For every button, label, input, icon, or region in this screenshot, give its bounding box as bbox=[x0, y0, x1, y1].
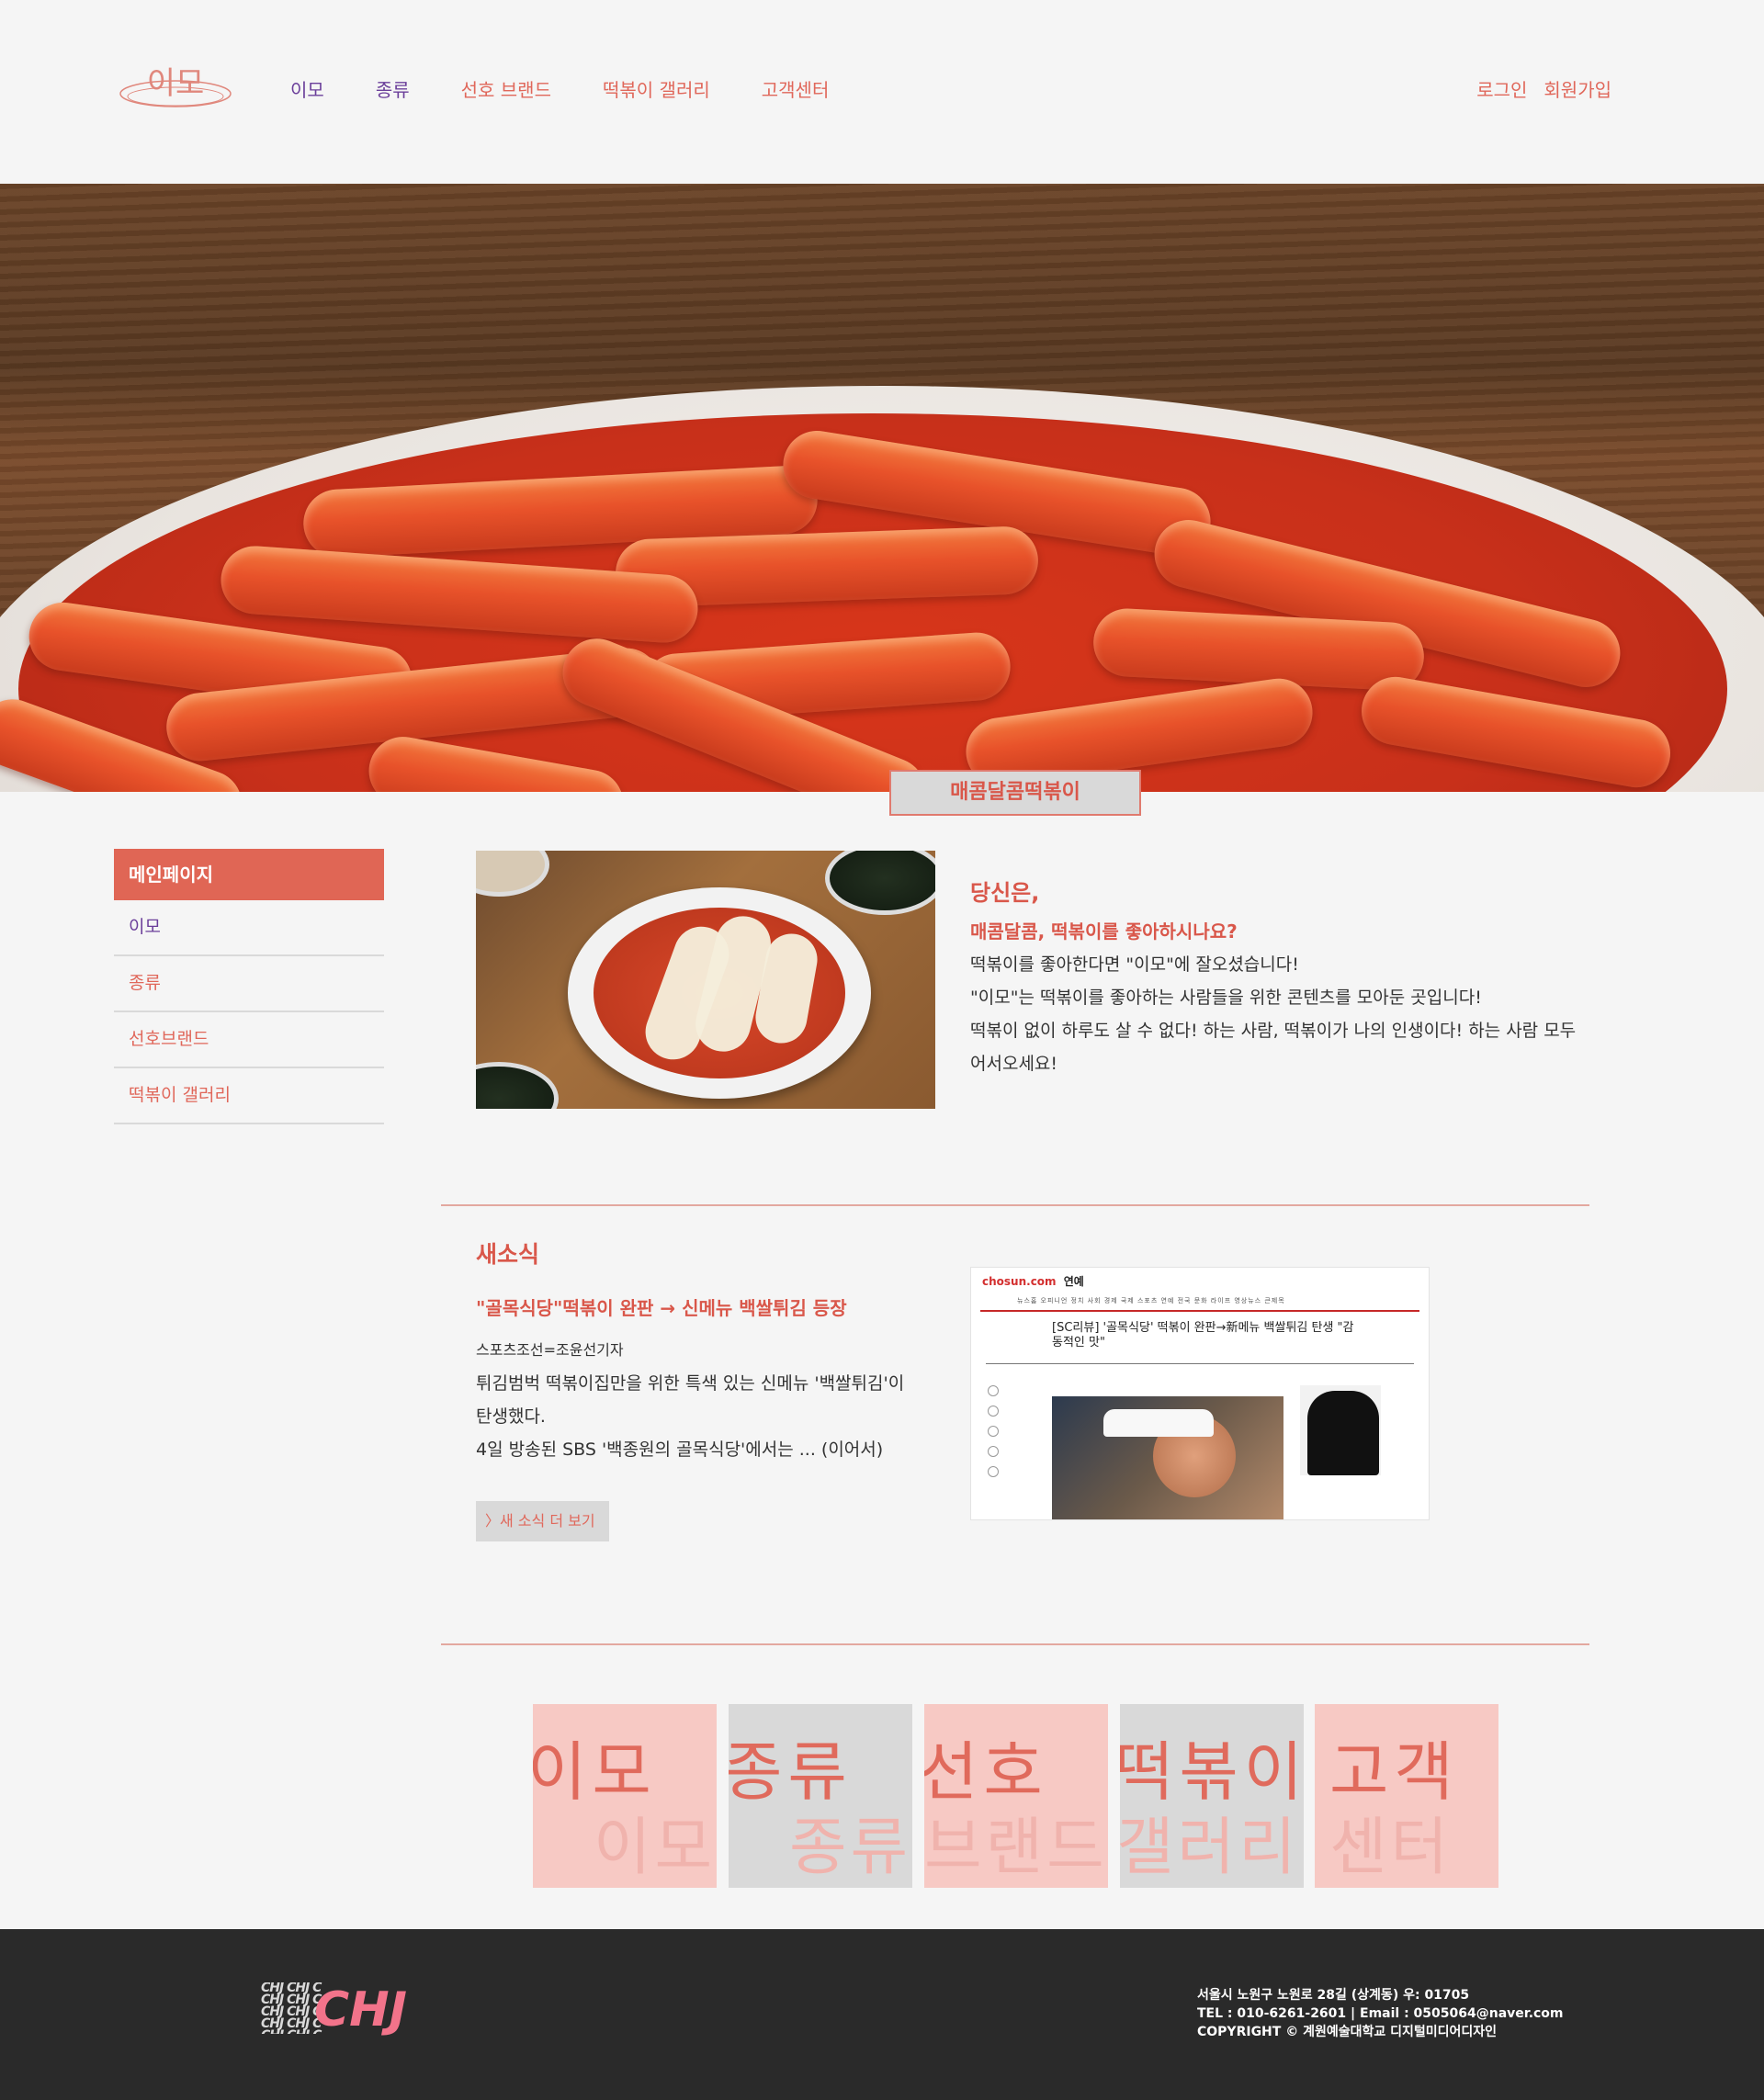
news-headline[interactable]: "골목식당"떡볶이 완판 → 신메뉴 백쌀튀김 등장 bbox=[476, 1293, 847, 1320]
nav-types[interactable]: 종류 bbox=[376, 77, 410, 103]
footer-info: 서울시 노원구 노원로 28길 (상계동) 우: 01705 TEL : 010… bbox=[1197, 1986, 1564, 2041]
site-footer: CHJ CHJ C CHJ CHJ C CHJ CHJ C CHJ CHJ C … bbox=[0, 1929, 1764, 2100]
news-screenshot-brand: chosun.com bbox=[982, 1275, 1057, 1288]
sidebar-item-imo[interactable]: 이모 bbox=[114, 900, 384, 956]
twitter-icon bbox=[988, 1446, 999, 1457]
like-icon bbox=[988, 1406, 999, 1417]
footer-address: 서울시 노원구 노원로 28길 (상계동) 우: 01705 bbox=[1197, 1988, 1470, 2003]
site-logo[interactable]: 이모 bbox=[118, 59, 233, 114]
sidebar-item-types[interactable]: 종류 bbox=[114, 956, 384, 1012]
kakao-icon bbox=[988, 1466, 999, 1477]
tile-subtitle: 종류 bbox=[789, 1812, 912, 1884]
section-divider bbox=[441, 1643, 1589, 1645]
intro-heading: 당신은, bbox=[970, 880, 1040, 906]
news-body: 튀김범벅 떡볶이집만을 위한 특색 있는 신메뉴 '백쌀튀김'이 탄생했다. 4… bbox=[476, 1367, 935, 1466]
logo-text: 이모 bbox=[147, 65, 205, 102]
news-screenshot-photo bbox=[1052, 1396, 1283, 1519]
news-body-line: 튀김범벅 떡볶이집만을 위한 특색 있는 신메뉴 '백쌀튀김'이 bbox=[476, 1373, 905, 1394]
news-screenshot-divider bbox=[986, 1363, 1414, 1364]
tile-subtitle: 센터 bbox=[1329, 1812, 1453, 1884]
hero-caption: 매콤달콤떡볶이 bbox=[889, 770, 1141, 816]
intro-paragraph: 떡볶이 없이 하루도 살 수 없다! 하는 사람, 떡볶이가 나의 인생이다! … bbox=[970, 1021, 1577, 1041]
news-body-line: 탄생했다. bbox=[476, 1406, 546, 1427]
news-screenshot-topbar: chosun.com 연예 bbox=[971, 1268, 1429, 1292]
footer-logo-text: CHJ bbox=[314, 1982, 408, 2038]
tile-brands[interactable]: 선호 브랜드 bbox=[924, 1704, 1108, 1888]
login-link[interactable]: 로그인 bbox=[1476, 77, 1527, 103]
side-dish bbox=[476, 851, 549, 897]
site-header: 이모 이모 종류 선호 브랜드 떡볶이 갤러리 고객센터 로그인 회원가입 bbox=[0, 0, 1764, 184]
facebook-icon bbox=[988, 1426, 999, 1437]
intro-paragraph: 떡볶이를 좋아한다면 "이모"에 잘오셨습니다! bbox=[970, 954, 1299, 975]
tile-subtitle: 브랜드 bbox=[924, 1812, 1108, 1884]
auth-links: 로그인 회원가입 bbox=[1460, 77, 1611, 103]
section-divider bbox=[441, 1204, 1589, 1206]
nav-support[interactable]: 고객센터 bbox=[762, 77, 830, 103]
side-dish bbox=[825, 851, 935, 915]
sidebar-item-brands[interactable]: 선호브랜드 bbox=[114, 1012, 384, 1068]
logo-mark: 이모 bbox=[119, 65, 232, 107]
sidebar: 메인페이지 이모 종류 선호브랜드 떡볶이 갤러리 bbox=[114, 849, 384, 1124]
footer-copyright: COPYRIGHT © 계원예술대학교 디지털미디어디자인 bbox=[1197, 2025, 1498, 2039]
nav-imo[interactable]: 이모 bbox=[290, 77, 324, 103]
news-screenshot-ad bbox=[1300, 1385, 1381, 1475]
intro-text: 당신은, 매콤달콤, 떡볶이를 좋아하시나요? 떡볶이를 좋아한다면 "이모"에… bbox=[970, 873, 1595, 1080]
side-dish bbox=[476, 1062, 559, 1109]
more-news-button[interactable]: 〉새 소식 더 보기 bbox=[476, 1501, 609, 1541]
intro-paragraph: 어서오세요! bbox=[970, 1054, 1058, 1074]
news-photo-cap bbox=[1103, 1409, 1214, 1437]
signup-link[interactable]: 회원가입 bbox=[1544, 77, 1611, 103]
hero-banner bbox=[0, 184, 1764, 792]
ad-coat bbox=[1307, 1391, 1379, 1475]
tile-types[interactable]: 종류 종류 bbox=[729, 1704, 912, 1888]
news-screenshot-title: [SC리뷰] '골목식당' 떡볶이 완판→新메뉴 백쌀튀김 탄생 "감동적인 맛… bbox=[1052, 1321, 1354, 1349]
sidebar-item-gallery[interactable]: 떡볶이 갤러리 bbox=[114, 1068, 384, 1124]
tile-gallery[interactable]: 떡볶이 갤러리 bbox=[1120, 1704, 1304, 1888]
news-byline: 스포츠조선=조윤선기자 bbox=[476, 1341, 624, 1359]
tile-subtitle: 갤러리 bbox=[1120, 1812, 1300, 1884]
news-body-line: 4일 방송된 SBS '백종원의 골목식당'에서는 ... (이어서) bbox=[476, 1440, 884, 1460]
intro-subheading: 매콤달콤, 떡볶이를 좋아하시나요? bbox=[970, 920, 1238, 943]
tile-subtitle: 이모 bbox=[594, 1812, 717, 1884]
tile-imo[interactable]: 이모 이모 bbox=[533, 1704, 717, 1888]
news-screenshot-menu: 뉴스홈 오피니언 정치 사회 경제 국제 스포츠 연예 전국 문화 라이프 영상… bbox=[1017, 1297, 1285, 1304]
intro-tteokbokki-photo bbox=[476, 851, 935, 1109]
footer-logo[interactable]: CHJ CHJ C CHJ CHJ C CHJ CHJ C CHJ CHJ C … bbox=[261, 1982, 445, 2038]
news-screenshot-section: 연예 bbox=[1063, 1275, 1084, 1288]
footer-contact: TEL : 010-6261-2601 | Email : 0505064@na… bbox=[1197, 2006, 1564, 2021]
intro-paragraph: "이모"는 떡볶이를 좋아하는 사람들을 위한 콘텐츠를 모아둔 곳입니다! bbox=[970, 988, 1482, 1008]
sidebar-title[interactable]: 메인페이지 bbox=[114, 849, 384, 900]
main-nav: 이모 종류 선호 브랜드 떡볶이 갤러리 고객센터 bbox=[290, 77, 880, 103]
nav-gallery[interactable]: 떡볶이 갤러리 bbox=[603, 77, 710, 103]
nav-brands[interactable]: 선호 브랜드 bbox=[461, 77, 551, 103]
news-section-title: 새소식 bbox=[476, 1241, 540, 1268]
news-screenshot-share-icons bbox=[988, 1385, 1006, 1486]
comment-icon bbox=[988, 1385, 999, 1396]
tile-support[interactable]: 고객 센터 bbox=[1315, 1704, 1498, 1888]
news-article-screenshot[interactable]: chosun.com 연예 뉴스홈 오피니언 정치 사회 경제 국제 스포츠 연… bbox=[970, 1267, 1430, 1520]
